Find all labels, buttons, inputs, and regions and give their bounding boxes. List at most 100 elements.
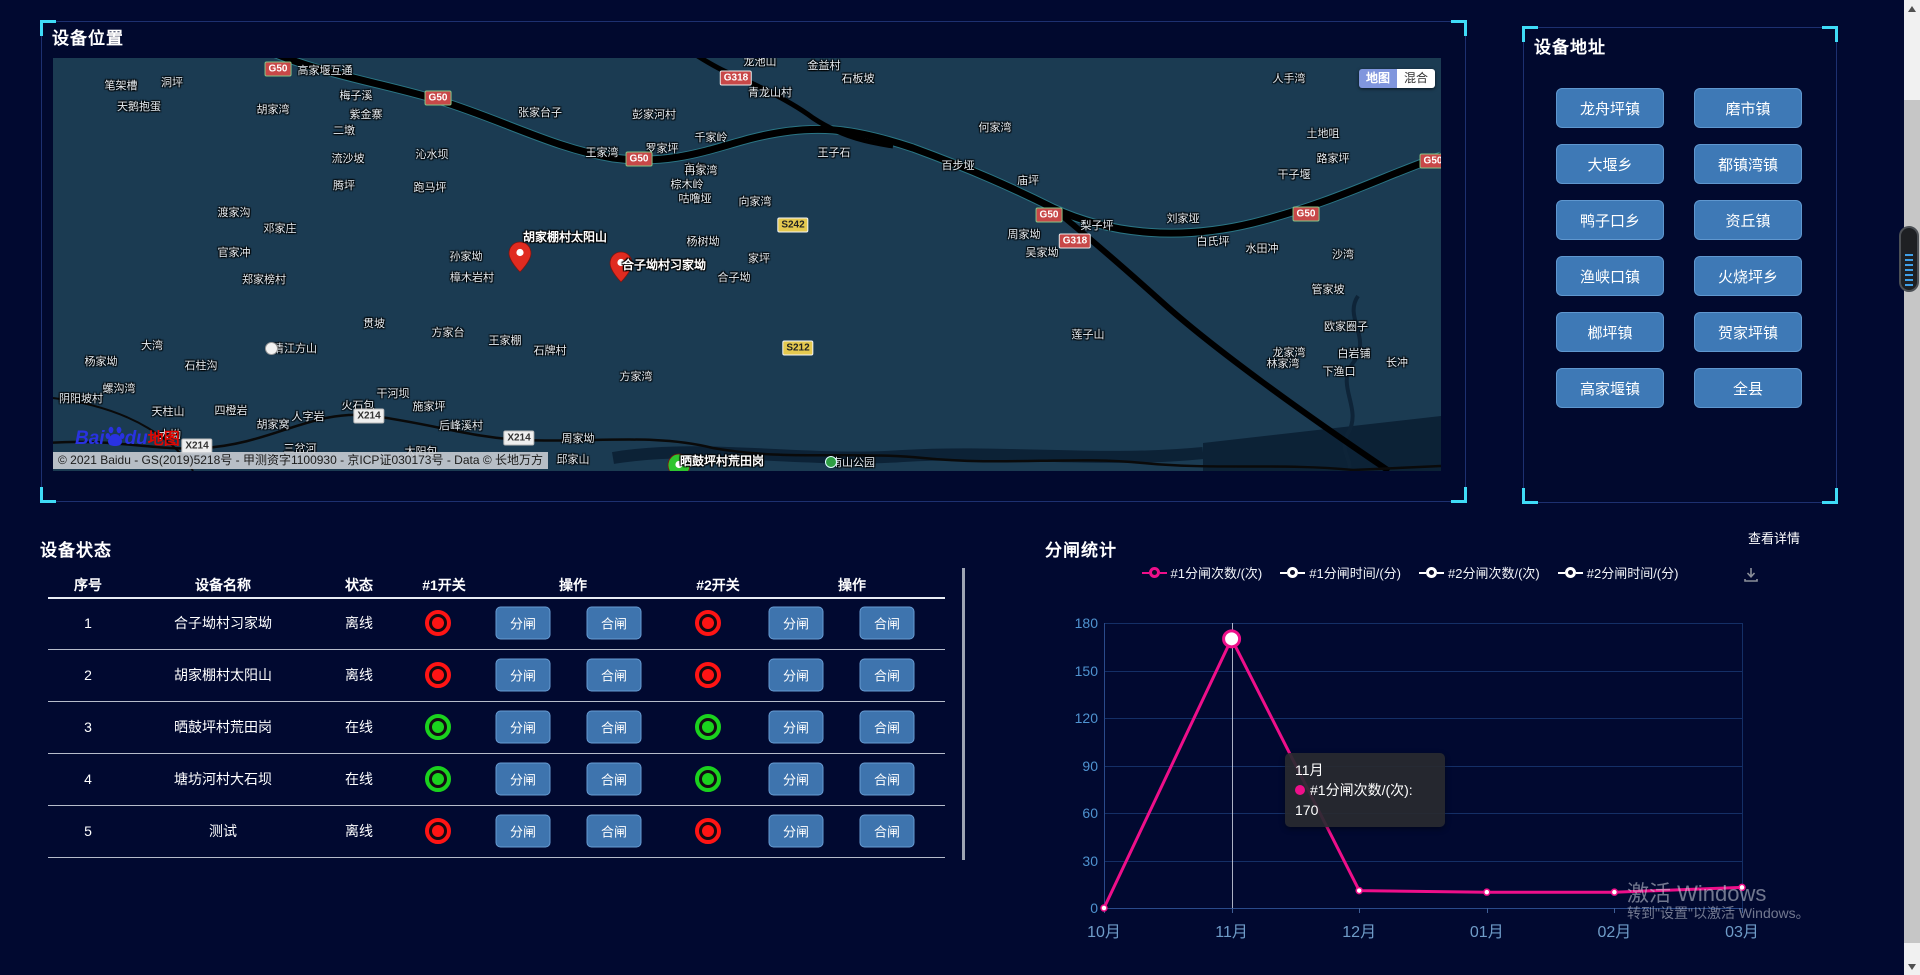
maptype-map-button[interactable]: 地图 (1359, 69, 1397, 88)
road-badge-g50: G50 (626, 152, 653, 167)
map-place-label: 何家湾 (979, 119, 1012, 135)
road-badge-x214: X214 (353, 409, 384, 424)
open-switch2-button[interactable]: 分闸 (769, 659, 824, 692)
map-place-label: 施家坪 (413, 398, 446, 414)
device-location-panel: 设备位置 笔架槽洞坪高家堰互通龙池山金益村石板坡青龙山村天鹅抱蛋胡家湾梅子溪紫金… (41, 21, 1466, 502)
view-details-link[interactable]: 查看详情 (1748, 528, 1800, 547)
map-place-label: 官家冲 (218, 244, 251, 260)
road-badge-s212: S212 (782, 341, 813, 356)
map-place-label: 管家坡 (1312, 281, 1345, 297)
map-place-label: 清江方山 (273, 340, 317, 356)
legend-item-2[interactable]: #1分闸时间/(分) (1280, 563, 1401, 582)
map-place-label: 家坪 (748, 250, 770, 266)
legend-item-4[interactable]: #2分闸时间/(分) (1558, 563, 1679, 582)
row-seq: 4 (84, 771, 92, 787)
close-switch1-button[interactable]: 合闸 (587, 763, 642, 796)
map-place-label: 大湾 (141, 337, 163, 353)
map-place-label: 土地咀 (1307, 125, 1340, 141)
map-place-label: 阴阳坡村 (59, 390, 103, 406)
legend-item-3[interactable]: #2分闸次数/(次) (1419, 563, 1540, 582)
row-device-name: 晒鼓坪村荒田岗 (174, 717, 272, 737)
map-place-label: 王子石 (818, 144, 851, 160)
table-scrollbar[interactable] (962, 568, 965, 860)
road-badge-g318: G318 (720, 71, 752, 86)
device-location-title: 设备位置 (52, 24, 124, 49)
close-switch2-button[interactable]: 合闸 (860, 763, 915, 796)
row-status: 在线 (345, 717, 373, 737)
scrollbar-down-arrow-icon[interactable] (1904, 958, 1920, 975)
address-button-7[interactable]: 渔峡口镇 (1556, 256, 1664, 296)
page-scrollbar[interactable] (1904, 0, 1920, 975)
map-place-label: 张家台子 (518, 104, 562, 120)
switch1-indicator (425, 662, 451, 688)
open-switch1-button[interactable]: 分闸 (496, 763, 551, 796)
address-button-8[interactable]: 火烧坪乡 (1694, 256, 1802, 296)
map-place-label: 干河坝 (377, 385, 410, 401)
map-place-label: 笔架槽 (105, 77, 138, 93)
map-place-label: 人手湾 (1273, 70, 1306, 86)
map-place-label: 庙坪 (1017, 172, 1039, 188)
map-place-label: 白岩铺 (1338, 345, 1371, 361)
scrollbar-up-arrow-icon[interactable] (1904, 0, 1920, 17)
baidu-map[interactable]: 笔架槽洞坪高家堰互通龙池山金益村石板坡青龙山村天鹅抱蛋胡家湾梅子溪紫金寨二墩流沙… (53, 58, 1441, 471)
table-header-6: 操作 (838, 575, 866, 595)
road-badge-s242: S242 (777, 218, 808, 233)
close-switch1-button[interactable]: 合闸 (587, 815, 642, 848)
row-seq: 1 (84, 615, 92, 631)
address-button-11[interactable]: 高家堰镇 (1556, 368, 1664, 408)
open-switch1-button[interactable]: 分闸 (496, 659, 551, 692)
close-switch1-button[interactable]: 合闸 (587, 607, 642, 640)
row-device-name: 合子坳村习家坳 (174, 613, 272, 633)
map-place-label: 樟木岩村 (450, 269, 494, 285)
map-place-label: 腾坪 (333, 177, 355, 193)
close-switch2-button[interactable]: 合闸 (860, 659, 915, 692)
baidu-logo: Baidu地图 (75, 422, 180, 450)
switch1-indicator (425, 818, 451, 844)
address-button-5[interactable]: 鸭子口乡 (1556, 200, 1664, 240)
open-switch2-button[interactable]: 分闸 (769, 711, 824, 744)
open-switch2-button[interactable]: 分闸 (769, 815, 824, 848)
open-switch1-button[interactable]: 分闸 (496, 815, 551, 848)
close-switch1-button[interactable]: 合闸 (587, 711, 642, 744)
close-switch1-button[interactable]: 合闸 (587, 659, 642, 692)
legend-item-1[interactable]: #1分闸次数/(次) (1142, 563, 1263, 582)
panel-corner-icon (1822, 26, 1838, 42)
tooltip-series-dot (1295, 785, 1305, 795)
switch2-indicator (695, 714, 721, 740)
table-header-0: 序号 (74, 575, 102, 595)
map-place-label: 梨子坪 (1081, 217, 1114, 233)
map-place-label: 杨树坳 (687, 233, 720, 249)
address-button-6[interactable]: 资丘镇 (1694, 200, 1802, 240)
map-place-label: 紫金寨 (350, 106, 383, 122)
open-switch2-button[interactable]: 分闸 (769, 607, 824, 640)
open-switch1-button[interactable]: 分闸 (496, 711, 551, 744)
close-switch2-button[interactable]: 合闸 (860, 607, 915, 640)
address-button-1[interactable]: 龙舟坪镇 (1556, 88, 1664, 128)
map-place-label: 孙家坳 (450, 248, 483, 264)
switch1-indicator (425, 714, 451, 740)
address-button-10[interactable]: 贺家坪镇 (1694, 312, 1802, 352)
close-switch2-button[interactable]: 合闸 (860, 815, 915, 848)
address-button-4[interactable]: 都镇湾镇 (1694, 144, 1802, 184)
map-place-label: 天柱山 (152, 403, 185, 419)
open-switch1-button[interactable]: 分闸 (496, 607, 551, 640)
map-place-label: 石板坡 (842, 70, 875, 86)
address-button-12[interactable]: 全县 (1694, 368, 1802, 408)
map-place-label: 洞坪 (161, 74, 183, 90)
map-pin-label: 合子坳村习家坳 (622, 256, 706, 273)
map-place-label: 方家湾 (620, 368, 653, 384)
open-switch2-button[interactable]: 分闸 (769, 763, 824, 796)
switch2-indicator (695, 610, 721, 636)
address-button-9[interactable]: 榔坪镇 (1556, 312, 1664, 352)
map-place-label: 向家湾 (739, 193, 772, 209)
close-switch2-button[interactable]: 合闸 (860, 711, 915, 744)
map-place-label: 路家坪 (1317, 150, 1350, 166)
maptype-hybrid-button[interactable]: 混合 (1397, 69, 1435, 88)
address-button-3[interactable]: 大堰乡 (1556, 144, 1664, 184)
row-divider (48, 701, 945, 702)
map-place-label: 沁水坝 (416, 146, 449, 162)
address-button-2[interactable]: 磨市镇 (1694, 88, 1802, 128)
device-status-title: 设备状态 (40, 536, 112, 561)
scroll-indicator-widget[interactable] (1899, 226, 1919, 292)
row-divider (48, 857, 945, 858)
